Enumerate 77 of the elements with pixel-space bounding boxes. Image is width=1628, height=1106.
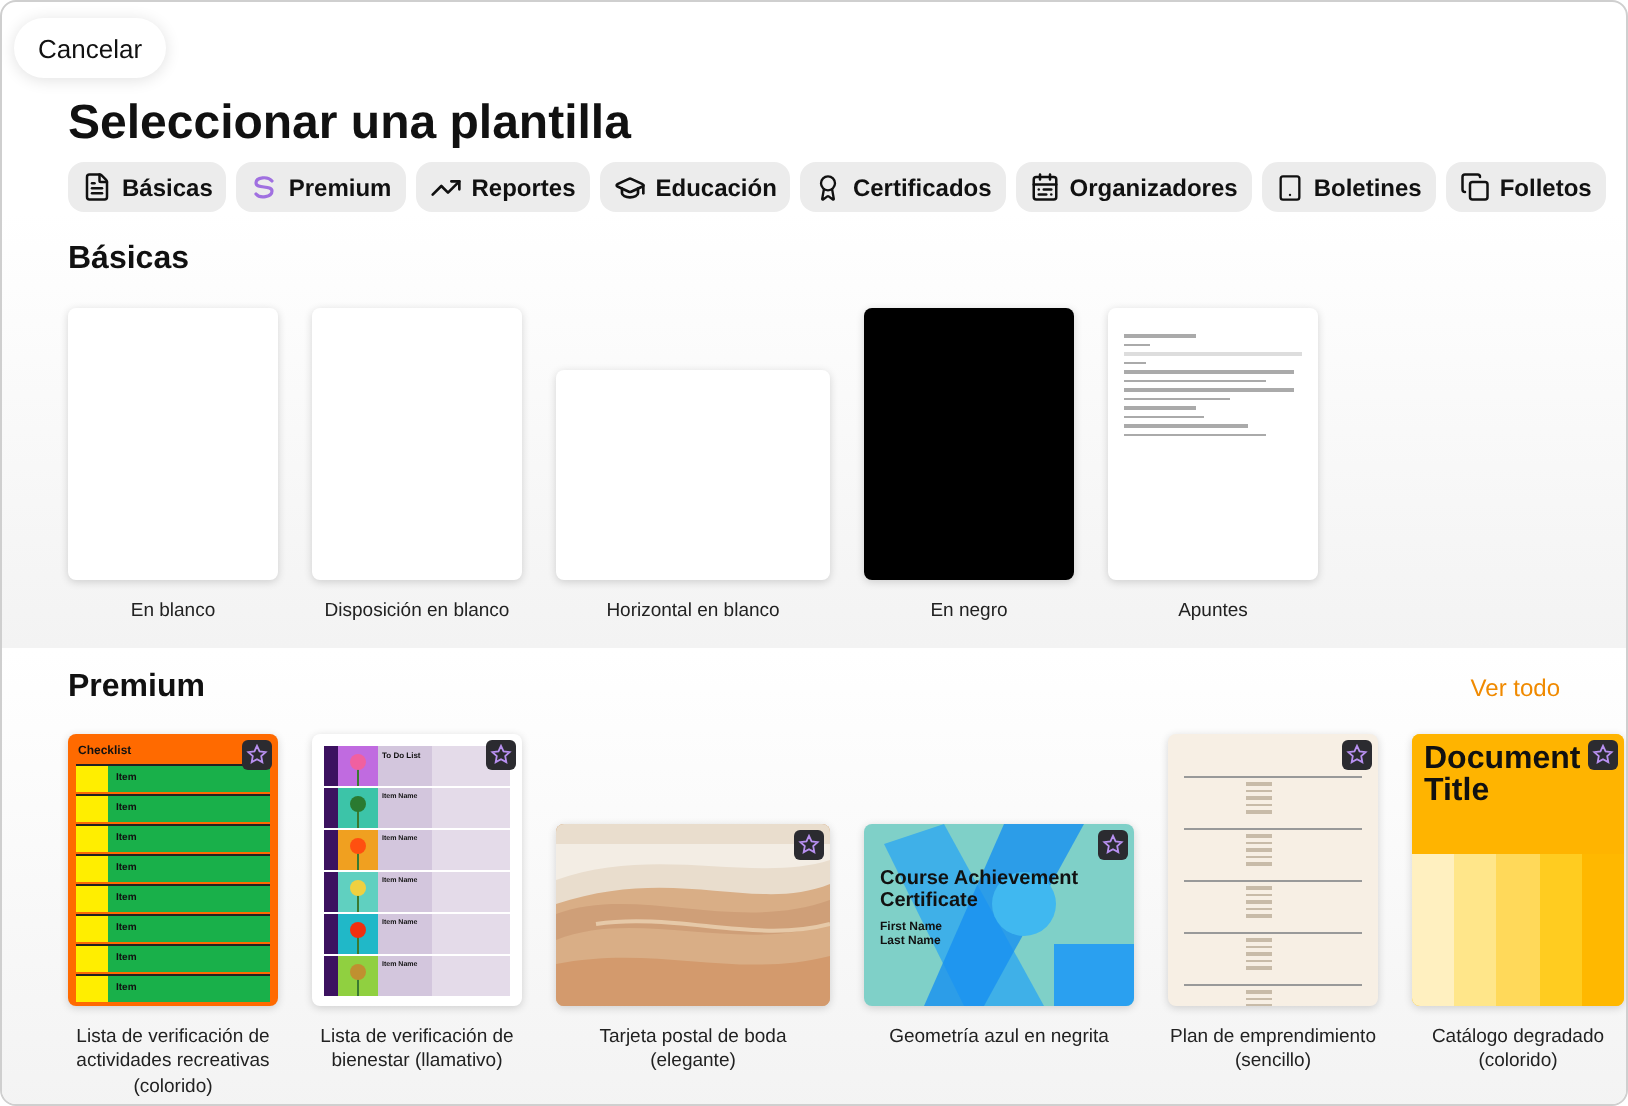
newsletter-icon [1275,173,1304,201]
text-line [1246,862,1272,865]
template-name: Apuntes [1176,600,1250,625]
text-line [1246,893,1272,896]
text-line [1124,424,1249,427]
text-line [1124,361,1146,364]
section-heading: Premium [68,669,205,705]
page-thumbnail[interactable] [556,370,830,580]
check-square [76,945,108,971]
text-line [1246,945,1272,948]
text-line [1246,997,1272,1000]
text-line [1124,379,1267,382]
page-thumbnail[interactable] [68,308,278,580]
copy-icon [1459,172,1490,202]
template-name: En negro [928,600,1010,625]
text-line [1124,433,1267,436]
cancel-button[interactable]: Cancelar [14,18,167,78]
text-line [1246,952,1272,955]
check-square [76,765,108,791]
text-line [1246,855,1272,858]
organizer-icon [1029,172,1060,202]
thumbnail-heading: Course Achievement Certificate [880,867,1081,911]
category-chip[interactable]: Certificados [800,162,1006,212]
template-name: Catálogo degradado (colorido) [1429,1025,1607,1075]
check-square [76,915,108,941]
text-line [1246,848,1272,851]
text-line [1246,782,1272,785]
text-line [1246,907,1272,910]
text-line [1246,966,1272,969]
check-square [76,795,108,821]
text-line [1246,990,1272,993]
text-line [1246,796,1272,799]
check-square [76,885,108,911]
template-name: Tarjeta postal de boda (elegante) [597,1025,789,1075]
category-chip[interactable]: Folletos [1445,162,1606,212]
text-line [1246,914,1272,917]
text-line [1124,397,1231,400]
plan-thumbnail[interactable] [1168,733,1378,1005]
catalog-thumbnail[interactable]: Document Title [1412,733,1624,1005]
template-name: Horizontal en blanco [604,600,782,625]
page-thumbnail[interactable] [864,308,1074,580]
check-square [76,975,108,1001]
text-line [1246,886,1272,889]
category-chip[interactable]: Básicas [68,162,227,212]
category-chip[interactable]: Organizadores [1015,162,1252,212]
notes-thumbnail[interactable] [1108,308,1318,580]
text-line [1246,834,1272,837]
template-name: En blanco [128,600,218,625]
text-line [1246,789,1272,792]
page-thumbnail[interactable] [312,308,522,580]
graduation-cap-icon [613,171,646,203]
check-square [76,855,108,881]
page-title: Seleccionar una plantilla [68,96,634,152]
text-line [1124,415,1205,418]
text-line [1246,803,1272,806]
category-chip[interactable]: Boletines [1261,162,1436,212]
text-line [1246,841,1272,844]
text-line [1124,334,1196,337]
template-name: Lista de verificación de bienestar (llamativo) [318,1025,516,1075]
category-chip[interactable]: Reportes [415,162,590,212]
premium-icon [250,173,279,201]
text-line [1124,343,1151,346]
template-name: Lista de verificación de actividades recreativas (colorido) [74,1025,272,1100]
document-icon [82,172,112,202]
text-line [1246,900,1272,903]
template-name: Disposición en blanco [322,600,512,625]
template-name: Plan de emprendimiento (sencillo) [1168,1025,1378,1075]
text-line [1246,810,1272,813]
category-chip[interactable]: Educación [599,162,791,212]
text-line [1246,938,1272,941]
text-line [1246,959,1272,962]
section-heading: Básicas [68,242,189,278]
text-line [1124,406,1196,409]
check-square [76,825,108,851]
thumbnail-heading: Document Title [1424,743,1583,807]
category-chip[interactable]: Premium [236,162,406,212]
template-name: Geometría azul en negrita [887,1025,1111,1050]
